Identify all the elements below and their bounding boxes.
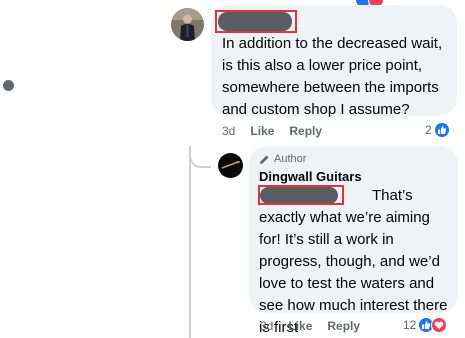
comment-reply-button[interactable]: Reply bbox=[289, 124, 322, 138]
comment-time[interactable]: 3d bbox=[222, 124, 235, 138]
author-badge: Author bbox=[259, 153, 306, 165]
reply-text: That’s exactly what we’re aiming for! It… bbox=[259, 187, 448, 336]
author-badge-label: Author bbox=[274, 153, 307, 165]
author-avatar[interactable] bbox=[218, 153, 243, 178]
reply-reactions[interactable]: 12 bbox=[403, 317, 448, 333]
comment-text: In addition to the decreased wait, is th… bbox=[222, 35, 443, 118]
reply-time[interactable]: 3d bbox=[260, 319, 273, 333]
comment-actions: 3d Like Reply bbox=[222, 124, 337, 138]
reply-reaction-count: 12 bbox=[403, 318, 417, 332]
reply-connector bbox=[189, 154, 211, 168]
pencil-icon bbox=[260, 155, 269, 164]
thread-line bbox=[189, 146, 191, 338]
love-icon bbox=[431, 317, 448, 333]
thread-indicator-dot bbox=[3, 80, 14, 91]
like-icon bbox=[433, 122, 450, 138]
reply-author-name[interactable]: Dingwall Guitars bbox=[259, 169, 362, 184]
reply-reply-button[interactable]: Reply bbox=[327, 319, 360, 333]
commenter-avatar[interactable] bbox=[171, 8, 204, 41]
reply-actions: 3d Like Reply bbox=[260, 319, 375, 333]
comment-reaction-count: 2 bbox=[425, 123, 432, 137]
comment-like-button[interactable]: Like bbox=[250, 124, 274, 138]
reply-text-block: That’s exactly what we’re aiming for! It… bbox=[259, 185, 455, 338]
redaction-outline bbox=[215, 10, 297, 33]
comment-reactions[interactable]: 2 bbox=[425, 122, 450, 138]
reply-like-button[interactable]: Like bbox=[288, 319, 312, 333]
